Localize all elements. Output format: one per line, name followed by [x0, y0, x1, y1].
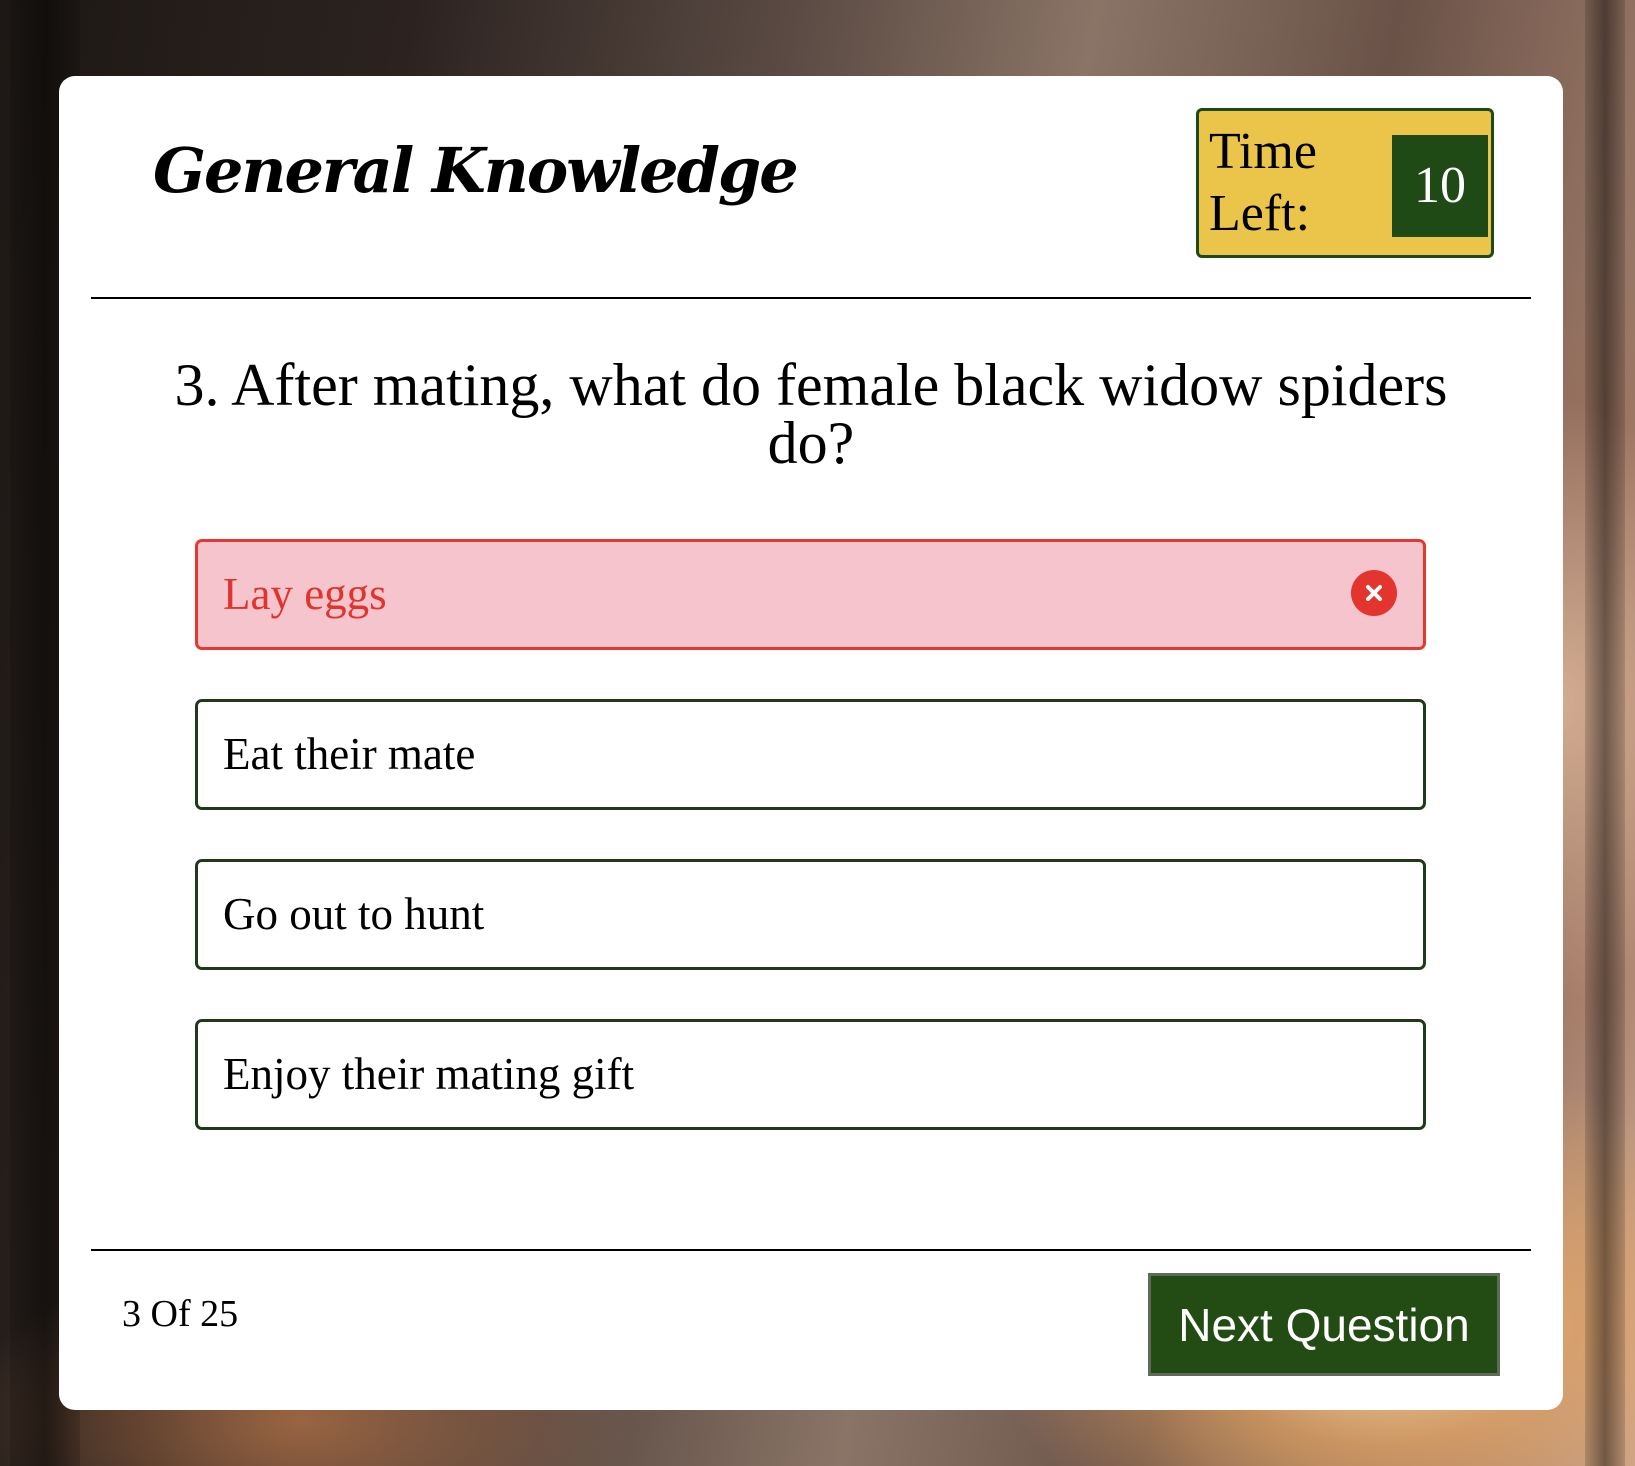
timer-label: Time Left: [1209, 123, 1317, 242]
background-tree-trunk [1585, 0, 1625, 1466]
next-question-button[interactable]: Next Question [1148, 1273, 1500, 1376]
quiz-header: General Knowledge Time Left: 10 [91, 76, 1531, 299]
quiz-title: General Knowledge [153, 134, 799, 207]
answer-option[interactable]: Eat their mate [195, 699, 1426, 810]
question-text: 3. After mating, what do female black wi… [174, 352, 1448, 476]
answer-option-wrong[interactable]: Lay eggs [195, 539, 1426, 650]
close-icon [1351, 570, 1397, 616]
footer-divider [91, 1249, 1531, 1251]
answer-option-label: Lay eggs [223, 569, 387, 619]
answer-option-label: Eat their mate [223, 729, 476, 779]
quiz-card: General Knowledge Time Left: 10 3. After… [59, 76, 1563, 1410]
answer-option-label: Go out to hunt [223, 889, 485, 939]
question-counter: 3 Of 25 [122, 1293, 239, 1335]
answer-option[interactable]: Go out to hunt [195, 859, 1426, 970]
answer-option-label: Enjoy their mating gift [223, 1049, 635, 1099]
timer-box: Time Left: 10 [1196, 108, 1494, 258]
timer-value: 10 [1392, 135, 1488, 237]
answer-option[interactable]: Enjoy their mating gift [195, 1019, 1426, 1130]
